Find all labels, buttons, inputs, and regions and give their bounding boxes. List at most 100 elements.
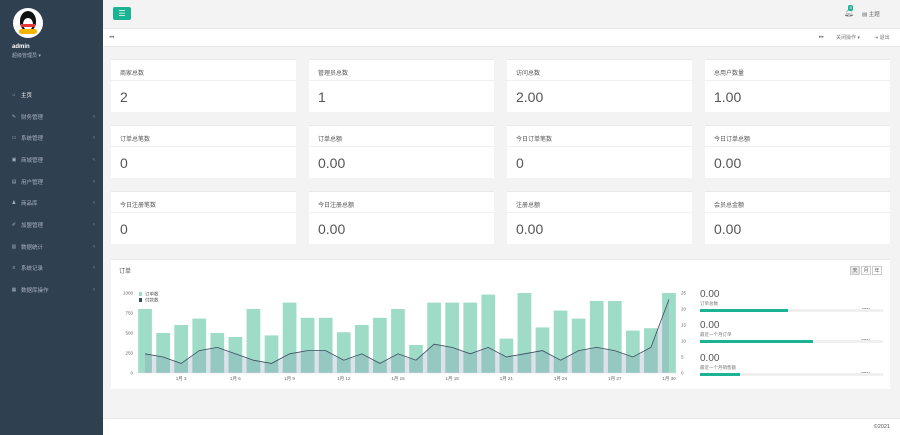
theme-label: 主题 <box>868 12 880 18</box>
stat-card-value: 0.00 <box>714 221 742 237</box>
sidebar-item[interactable]: ▥ 数据统计 ‹ <box>0 236 103 258</box>
sidebar-item[interactable]: ▤ 用户管理 ‹ <box>0 171 103 193</box>
user-role-dropdown[interactable]: 超级管理员 ▾ <box>12 52 103 59</box>
stat-card-title: 订单总笔数 <box>120 137 151 143</box>
table-icon: ▤ <box>11 178 17 185</box>
chevron-left-icon: ‹ <box>93 243 95 250</box>
stat-card: 管理员总数 1 <box>309 59 494 112</box>
x-tick-label: 1月 18 <box>446 376 460 382</box>
sidebar-item[interactable]: ▣ 商城管理 ‹ <box>0 149 103 171</box>
stat-card: 今日注册总额 0.00 <box>309 191 494 244</box>
sidebar-item[interactable]: ✎ 财务管理 ‹ <box>0 106 103 128</box>
sidebar-item[interactable]: ≡ 系统记录 ‹ <box>0 258 103 280</box>
stat-card: 今日注册笔数 0 <box>111 191 296 244</box>
chevron-left-icon: ‹ <box>93 200 95 207</box>
stat-card: 总用户数量 1.00 <box>705 59 890 112</box>
y-left-tick-label: 250 <box>125 351 133 356</box>
stat-card-title: 商家总数 <box>120 71 145 77</box>
tab-bar: ◂◂ ▸▸ 关闭操作 ▾ ⇥ 退出 <box>103 29 900 47</box>
avatar[interactable] <box>13 8 43 38</box>
theme-button[interactable]: ▤ 主题 <box>862 10 880 18</box>
stat-card-value: 0 <box>120 221 128 237</box>
x-tick-label: 1月 3 <box>176 376 187 382</box>
x-tick-label: 1月 15 <box>391 376 405 382</box>
stat-card-value: 0.00 <box>318 221 346 237</box>
sidebar: admin 超级管理员 ▾ ⌂ 主页 ✎ 财务管理 ‹ ▭ 系统管理 ‹ ▣ 商城管理 ‹ ▤ 用户管理… <box>0 0 103 435</box>
order-stat-label: 订单总数 <box>700 301 718 306</box>
chevron-left-icon: ‹ <box>93 156 95 163</box>
shopping-icon: ▣ <box>11 156 17 163</box>
progress-bar <box>700 340 883 343</box>
stat-card-value: 2.00 <box>516 89 544 105</box>
stat-card-title: 订单总额 <box>318 137 343 143</box>
database-icon: ▦ <box>11 287 17 294</box>
top-navbar: ☰ 🔔︎ 8 ▤ 主题 <box>103 0 900 29</box>
stat-card-title: 今日订单总额 <box>714 137 751 143</box>
sidebar-item[interactable]: ▭ 系统管理 ‹ <box>0 127 103 149</box>
x-tick-label: 1月 9 <box>284 376 295 382</box>
sidebar-item[interactable]: ⌂ 主页 <box>0 84 103 106</box>
sidebar-item[interactable]: ♟ 商品库 ‹ <box>0 192 103 214</box>
legend-label: 付款数 <box>145 297 159 304</box>
chevron-left-icon: ‹ <box>93 265 95 272</box>
stat-card: 商家总数 2 <box>111 59 296 112</box>
stat-card-value: 0.00 <box>516 221 544 237</box>
sidebar-item-label: 用户管理 <box>21 179 44 186</box>
progress-bar <box>700 373 883 376</box>
stat-card: 今日订单总额 0.00 <box>705 125 890 178</box>
stat-card-title: 今日注册笔数 <box>120 203 157 209</box>
y-right-tick-label: 25 <box>681 291 687 296</box>
sidebar-item-label: 商品库 <box>21 201 38 208</box>
y-left-tick-label: 1000 <box>123 291 134 296</box>
order-stat-value: 0.00 <box>700 320 720 331</box>
tab-back-button[interactable]: ◂◂ <box>109 34 114 40</box>
stat-card-value: 0 <box>516 155 524 171</box>
sidebar-item-label: 系统管理 <box>21 136 44 143</box>
order-stat-value: 0.00 <box>700 353 720 364</box>
x-tick-label: 1月 6 <box>230 376 241 382</box>
sidebar-item[interactable]: ✐ 加盟管理 ‹ <box>0 214 103 236</box>
close-operations-dropdown[interactable]: 关闭操作 ▾ <box>836 34 860 41</box>
theme-icon: ▤ <box>862 12 869 18</box>
menu-toggle-button[interactable]: ☰ <box>113 7 131 20</box>
sidebar-item-label: 系统记录 <box>21 266 44 273</box>
sidebar-item-label: 财务管理 <box>21 114 44 121</box>
stat-card-title: 今日注册总额 <box>318 203 355 209</box>
desktop-icon: ▭ <box>11 135 17 142</box>
logout-button[interactable]: ⇥ 退出 <box>874 34 890 41</box>
tab-forward-button[interactable]: ▸▸ <box>819 34 824 40</box>
logout-label: 退出 <box>879 35 890 41</box>
order-chart: 0 250 500 750 1000 0 5 10 15 20 25 1月 3 1月 6 1月 9 1月 1… <box>123 291 687 383</box>
legend-swatch <box>139 298 142 302</box>
chevron-left-icon: ‹ <box>93 178 95 185</box>
y-right-tick-label: 0 <box>681 371 684 376</box>
pencil-icon: ✐ <box>11 221 17 228</box>
stat-card-title: 访问总数 <box>516 71 541 77</box>
sidebar-item-label: 主页 <box>21 92 33 99</box>
order-stat: 0.00订单总数48% ↑ <box>700 289 883 314</box>
notification-badge: 8 <box>848 5 854 11</box>
chevron-left-icon: ‹ <box>93 113 95 120</box>
user-icon: ♟ <box>11 200 17 207</box>
order-panel: 订单 天 月 年 0 250 500 750 1000 0 5 10 15 20 25 1月 3 1月 … <box>111 259 890 389</box>
y-right-tick-label: 15 <box>681 323 687 328</box>
order-panel-title: 订单 <box>119 269 132 275</box>
x-tick-label: 1月 12 <box>337 376 351 382</box>
y-right-tick-label: 5 <box>681 355 684 360</box>
stat-card-value: 1 <box>318 89 326 105</box>
footer-copyright: ©2021 <box>873 424 890 430</box>
user-name: admin <box>12 44 30 50</box>
stat-card: 注册总额 0.00 <box>507 191 692 244</box>
segment-day[interactable]: 天 <box>850 266 860 275</box>
sidebar-menu: ⌂ 主页 ✎ 财务管理 ‹ ▭ 系统管理 ‹ ▣ 商城管理 ‹ ▤ 用户管理 ‹ ♟ 商品库 ‹ ✐ 加盟管理 ‹ ▥ 数… <box>0 84 103 301</box>
list-icon: ≡ <box>12 265 16 272</box>
chart-icon: ▥ <box>11 243 17 250</box>
footer: ©2021 <box>103 418 900 435</box>
segment-year[interactable]: 年 <box>872 266 882 275</box>
order-stat-value: 0.00 <box>700 289 720 300</box>
sidebar-item[interactable]: ▦ 数据库操作 ‹ <box>0 279 103 301</box>
home-icon: ⌂ <box>12 91 16 98</box>
segment-month[interactable]: 月 <box>861 266 871 275</box>
stat-card-value: 0.00 <box>714 155 742 171</box>
progress-bar <box>700 309 883 312</box>
